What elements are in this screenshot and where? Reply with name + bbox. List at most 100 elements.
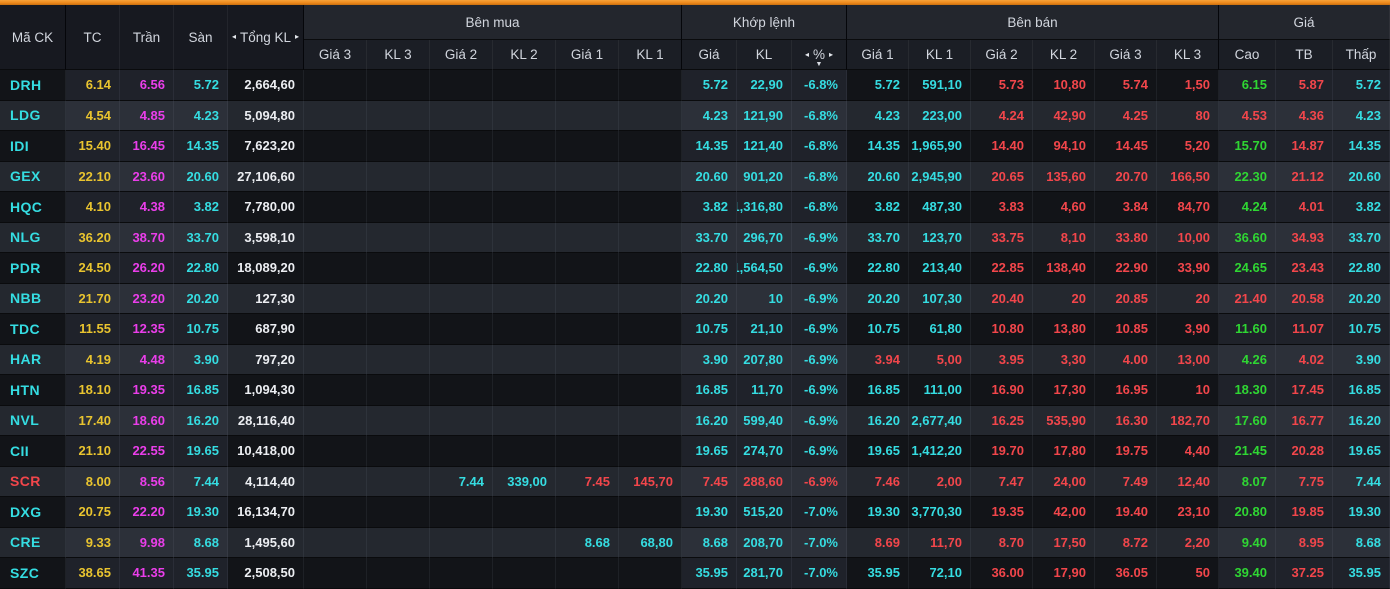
sell-kl1-cell: 61,80 <box>909 314 971 345</box>
col-header-sell-kl3: KL 3 <box>1157 40 1219 70</box>
match-pct-cell: -6.9% <box>792 375 847 406</box>
match-kl-cell: 121,90 <box>737 101 792 132</box>
buy-gia1-cell <box>556 345 619 376</box>
buy-gia3-cell <box>304 223 367 254</box>
ticker-cell[interactable]: CRE <box>0 528 66 559</box>
match-pct-cell: -6.8% <box>792 131 847 162</box>
sell-kl1-cell: 1,412,20 <box>909 436 971 467</box>
ticker-cell[interactable]: HTN <box>0 375 66 406</box>
buy-kl1-cell <box>619 131 682 162</box>
buy-gia2-cell <box>430 558 493 589</box>
ticker-cell[interactable]: NVL <box>0 406 66 437</box>
match-gia-cell: 20.20 <box>682 284 737 315</box>
sell-gia3-cell: 22.90 <box>1095 253 1157 284</box>
match-pct-cell: -6.8% <box>792 192 847 223</box>
ceiling-cell: 23.60 <box>120 162 174 193</box>
ceiling-cell: 9.98 <box>120 528 174 559</box>
col-header-match-kl: KL <box>737 40 792 70</box>
sell-kl3-cell: 84,70 <box>1157 192 1219 223</box>
ticker-cell[interactable]: CII <box>0 436 66 467</box>
sell-kl3-cell: 50 <box>1157 558 1219 589</box>
col-header-cao: Cao <box>1219 40 1276 70</box>
buy-kl1-cell <box>619 192 682 223</box>
buy-gia2-cell <box>430 375 493 406</box>
total-volume-cell: 27,106,60 <box>228 162 304 193</box>
match-pct-cell: -6.8% <box>792 162 847 193</box>
match-kl-cell: 599,40 <box>737 406 792 437</box>
total-volume-cell: 7,623,20 <box>228 131 304 162</box>
high-cell: 4.24 <box>1219 192 1276 223</box>
buy-gia1-cell <box>556 375 619 406</box>
ticker-cell[interactable]: DRH <box>0 70 66 101</box>
col-header-match-pct[interactable]: ◂ % ▸ ▼ <box>792 40 847 70</box>
tc-cell: 4.54 <box>66 101 120 132</box>
total-volume-cell: 16,134,70 <box>228 497 304 528</box>
tc-cell: 9.33 <box>66 528 120 559</box>
buy-gia1-cell: 7.45 <box>556 467 619 498</box>
floor-cell: 3.90 <box>174 345 228 376</box>
buy-gia2-cell <box>430 528 493 559</box>
high-cell: 9.40 <box>1219 528 1276 559</box>
sell-kl3-cell: 23,10 <box>1157 497 1219 528</box>
buy-kl2-cell <box>493 528 556 559</box>
ticker-cell[interactable]: NBB <box>0 284 66 315</box>
high-cell: 21.40 <box>1219 284 1276 315</box>
buy-gia3-cell <box>304 375 367 406</box>
sell-kl2-cell: 42,90 <box>1033 101 1095 132</box>
match-pct-cell: -7.0% <box>792 497 847 528</box>
buy-gia3-cell <box>304 101 367 132</box>
ticker-cell[interactable]: SCR <box>0 467 66 498</box>
ticker-cell[interactable]: DXG <box>0 497 66 528</box>
avg-cell: 23.43 <box>1276 253 1333 284</box>
ticker-cell[interactable]: LDG <box>0 101 66 132</box>
buy-kl3-cell <box>367 223 430 254</box>
high-cell: 22.30 <box>1219 162 1276 193</box>
match-gia-cell: 33.70 <box>682 223 737 254</box>
sell-kl2-cell: 8,10 <box>1033 223 1095 254</box>
ticker-cell[interactable]: HQC <box>0 192 66 223</box>
avg-cell: 4.36 <box>1276 101 1333 132</box>
buy-gia1-cell <box>556 131 619 162</box>
avg-cell: 20.28 <box>1276 436 1333 467</box>
sell-kl2-cell: 535,90 <box>1033 406 1095 437</box>
tc-cell: 38.65 <box>66 558 120 589</box>
buy-kl2-cell <box>493 284 556 315</box>
sell-kl1-cell: 3,770,30 <box>909 497 971 528</box>
low-cell: 19.30 <box>1333 497 1390 528</box>
buy-kl1-cell <box>619 162 682 193</box>
match-gia-cell: 35.95 <box>682 558 737 589</box>
sell-kl3-cell: 10 <box>1157 375 1219 406</box>
sell-kl1-cell: 1,965,90 <box>909 131 971 162</box>
avg-cell: 4.02 <box>1276 345 1333 376</box>
high-cell: 15.70 <box>1219 131 1276 162</box>
col-header-buy-kl3: KL 3 <box>367 40 430 70</box>
buy-kl2-cell <box>493 314 556 345</box>
sell-kl3-cell: 33,90 <box>1157 253 1219 284</box>
buy-gia2-cell: 7.44 <box>430 467 493 498</box>
ticker-cell[interactable]: NLG <box>0 223 66 254</box>
ticker-cell[interactable]: TDC <box>0 314 66 345</box>
match-gia-cell: 3.90 <box>682 345 737 376</box>
col-header-sell-gia1: Giá 1 <box>847 40 909 70</box>
sell-kl1-cell: 123,70 <box>909 223 971 254</box>
sell-kl2-cell: 17,80 <box>1033 436 1095 467</box>
buy-gia2-cell <box>430 101 493 132</box>
high-cell: 39.40 <box>1219 558 1276 589</box>
ticker-cell[interactable]: HAR <box>0 345 66 376</box>
match-pct-cell: -6.9% <box>792 253 847 284</box>
buy-gia2-cell <box>430 497 493 528</box>
sell-kl3-cell: 182,70 <box>1157 406 1219 437</box>
match-gia-cell: 5.72 <box>682 70 737 101</box>
col-header-tong-kl[interactable]: ◂ Tổng KL ▸ <box>228 5 304 70</box>
ticker-cell[interactable]: IDI <box>0 131 66 162</box>
tc-cell: 18.10 <box>66 375 120 406</box>
sell-gia2-cell: 4.24 <box>971 101 1033 132</box>
ticker-cell[interactable]: GEX <box>0 162 66 193</box>
sell-gia3-cell: 20.70 <box>1095 162 1157 193</box>
low-cell: 19.65 <box>1333 436 1390 467</box>
buy-gia3-cell <box>304 406 367 437</box>
ticker-cell[interactable]: PDR <box>0 253 66 284</box>
ticker-cell[interactable]: SZC <box>0 558 66 589</box>
tc-cell: 11.55 <box>66 314 120 345</box>
sell-gia1-cell: 8.69 <box>847 528 909 559</box>
